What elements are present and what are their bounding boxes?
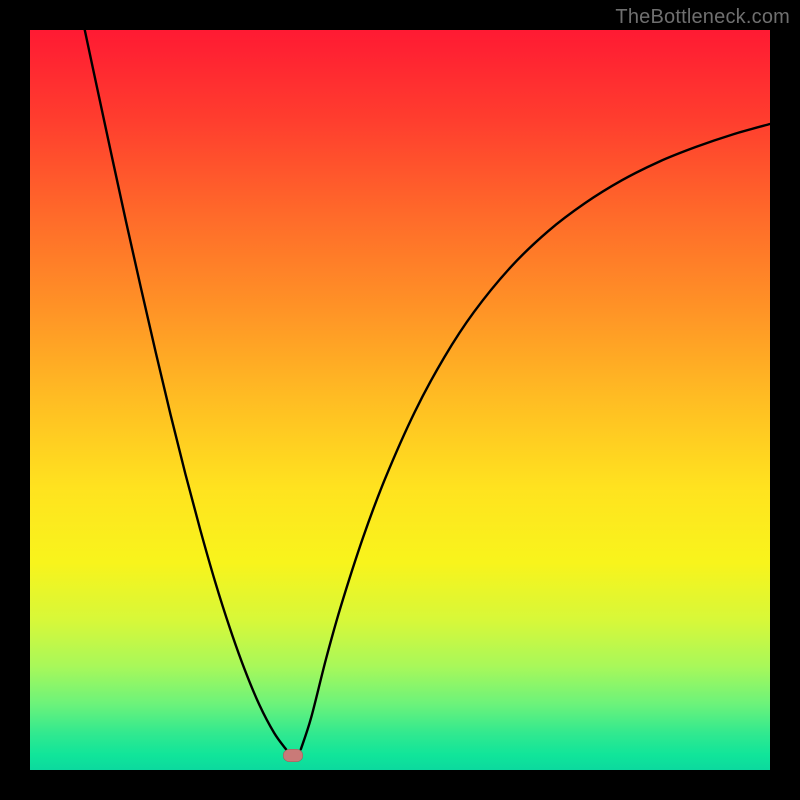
minimum-marker [283,749,303,762]
chart-stage: TheBottleneck.com [0,0,800,800]
plot-area [30,30,770,770]
watermark-text: TheBottleneck.com [615,6,790,29]
curve-left-branch [85,30,286,749]
curve-right-branch [301,124,770,749]
curve-layer [30,30,770,770]
